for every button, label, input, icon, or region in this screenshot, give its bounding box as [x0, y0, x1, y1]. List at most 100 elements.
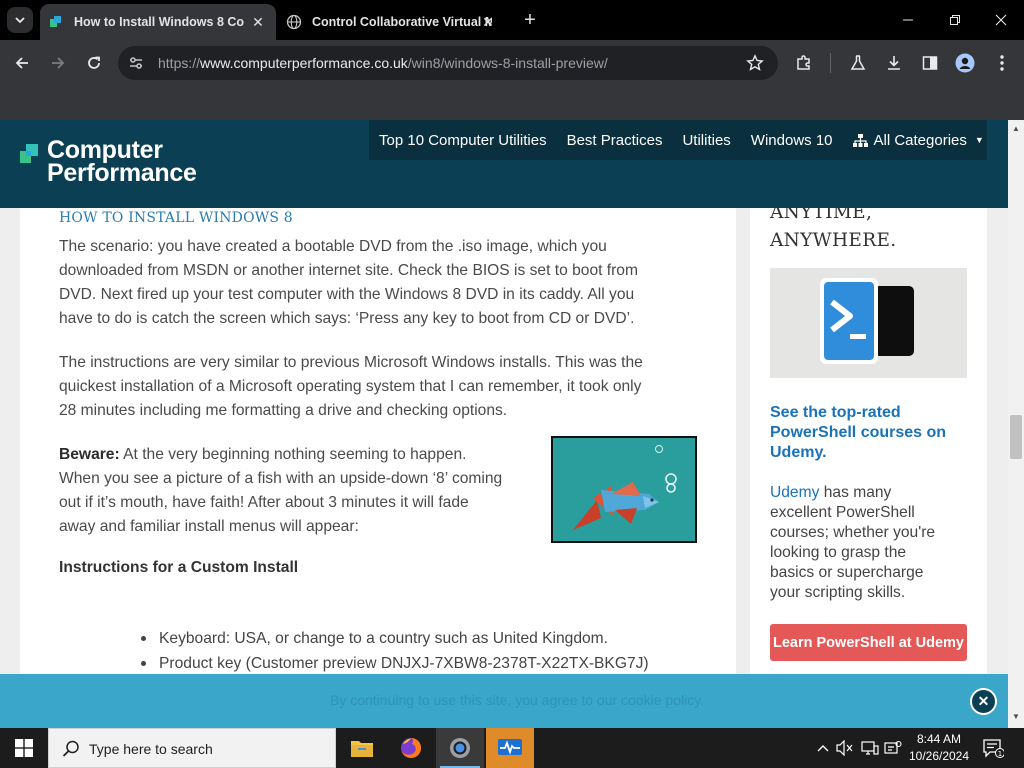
nav-top-10-utilities[interactable]: Top 10 Computer Utilities	[379, 132, 547, 149]
notification-center-button[interactable]: 1	[982, 738, 1005, 758]
nav-all-categories-label: All Categories	[873, 131, 967, 149]
powershell-icon	[770, 268, 967, 378]
nav-utilities[interactable]: Utilities	[682, 132, 730, 149]
tab-search-button[interactable]	[7, 7, 33, 33]
folder-icon	[351, 741, 373, 757]
taskbar-firefox[interactable]	[387, 728, 435, 768]
paragraph-instructions: The instructions are very similar to pre…	[59, 351, 643, 423]
reload-button[interactable]	[80, 49, 108, 77]
start-button[interactable]	[0, 728, 48, 768]
close-icon: ✕	[977, 693, 990, 709]
forward-button[interactable]	[44, 49, 72, 77]
url-text[interactable]: https://www.computerperformance.co.uk/wi…	[158, 55, 608, 71]
taskbar-file-explorer[interactable]	[338, 728, 386, 768]
site-info-icon[interactable]	[128, 55, 144, 71]
restore-button[interactable]	[932, 0, 978, 40]
heartbeat-monitor-icon	[498, 739, 522, 755]
minimize-button[interactable]	[885, 0, 931, 40]
udemy-courses-link[interactable]: See the top-rated PowerShell courses on …	[770, 403, 970, 463]
nav-all-categories[interactable]: All Categories ▼	[852, 131, 984, 149]
top-navigation: Top 10 Computer Utilities Best Practices…	[369, 120, 987, 160]
logo-mark-icon[interactable]	[20, 144, 42, 166]
text-line: Udemy has many	[770, 483, 970, 503]
custom-install-subheading: Instructions for a Custom Install	[59, 559, 299, 576]
browser-toolbar: https://www.computerperformance.co.uk/wi…	[0, 40, 1024, 86]
network-icon	[861, 741, 879, 755]
text-line: have to do is catch the screen which say…	[59, 310, 635, 327]
menu-button[interactable]	[992, 53, 1012, 73]
learn-powershell-button[interactable]: Learn PowerShell at Udemy	[770, 624, 967, 661]
powershell-course-image[interactable]	[770, 268, 967, 378]
text-line: 28 minutes including me formatting a dri…	[59, 402, 508, 419]
fish-boot-image	[551, 436, 697, 543]
address-bar[interactable]: https://www.computerperformance.co.uk/wi…	[118, 46, 778, 80]
article-heading: HOW TO INSTALL WINDOWS 8	[59, 210, 293, 226]
labs-button[interactable]	[848, 53, 868, 73]
forward-arrow-icon	[52, 57, 65, 69]
downloads-button[interactable]	[884, 53, 904, 73]
system-clock[interactable]: 8:44 AM 10/26/2024	[904, 731, 974, 765]
search-placeholder: Type here to search	[89, 741, 213, 757]
toolbar-separator	[830, 53, 831, 73]
avatar-icon	[955, 53, 975, 73]
sidebar: ANYTIME, ANYWHERE. See the top-rated Pow…	[750, 208, 987, 728]
text-line: away and familiar install menus will app…	[59, 518, 359, 535]
scroll-up-arrow-icon[interactable]: ▲	[1012, 124, 1020, 133]
notification-icon: 1	[983, 739, 1005, 758]
text-line: ANYTIME,	[770, 208, 873, 223]
page-viewport: Computer Performance Top 10 Computer Uti…	[0, 120, 1008, 728]
close-tab-icon[interactable]: ✕	[250, 14, 266, 30]
scroll-down-arrow-icon[interactable]: ▼	[1012, 712, 1020, 721]
side-panel-button[interactable]	[920, 53, 940, 73]
nav-windows-10[interactable]: Windows 10	[751, 132, 833, 149]
taskbar-search-box[interactable]: Type here to search	[48, 728, 336, 768]
new-tab-button[interactable]: +	[518, 8, 542, 32]
tab-control-collaborative-vms[interactable]: Control Collaborative Virtual Machines ✕	[278, 4, 506, 40]
chevron-down-icon	[15, 17, 25, 24]
list-item: Product key (Customer preview DNJXJ-7XBW…	[132, 651, 649, 676]
tray-overflow-button[interactable]	[814, 740, 832, 756]
speaker-muted-icon	[836, 740, 853, 756]
side-panel-icon	[922, 56, 938, 70]
text-line: excellent PowerShell	[770, 504, 915, 521]
text-line: looking to grasp the	[770, 544, 907, 561]
text-line: Beware: At the very beginning nothing se…	[59, 443, 502, 467]
nav-best-practices[interactable]: Best Practices	[567, 132, 663, 149]
page-scrollbar[interactable]: ▲ ▼	[1008, 120, 1024, 728]
kebab-menu-icon	[1000, 55, 1004, 71]
fish-illustration	[553, 438, 695, 541]
firefox-icon	[401, 737, 422, 758]
close-tab-icon[interactable]: ✕	[480, 14, 496, 30]
profile-button[interactable]	[955, 53, 975, 73]
text-line: Udemy.	[770, 444, 827, 461]
globe-icon	[286, 14, 302, 30]
taskbar-chrome[interactable]	[436, 728, 484, 768]
paragraph-scenario: The scenario: you have created a bootabl…	[59, 235, 638, 331]
flask-icon	[850, 55, 866, 70]
chevron-up-icon	[817, 745, 829, 752]
back-button[interactable]	[8, 49, 36, 77]
url-domain: www.computerperformance.co.uk	[200, 55, 408, 71]
tab-title: Control Collaborative Virtual Machines	[312, 15, 492, 29]
tray-network[interactable]	[861, 740, 879, 756]
url-scheme: https://	[158, 55, 201, 71]
text-line: courses; whether you're	[770, 524, 936, 541]
site-logo[interactable]: Computer Performance	[47, 138, 197, 187]
udemy-link[interactable]: Udemy	[770, 484, 819, 501]
reload-icon	[88, 56, 100, 69]
cookie-close-button[interactable]: ✕	[970, 688, 997, 715]
tab-how-to-install-windows-8[interactable]: How to Install Windows 8 Consumer Previe…	[40, 4, 276, 40]
extensions-button[interactable]	[794, 53, 814, 73]
scrollbar-thumb[interactable]	[1010, 415, 1022, 459]
cookie-notice-bar: By continuing to use this site, you agre…	[0, 674, 1008, 728]
tray-language[interactable]	[884, 740, 902, 756]
bookmark-star-icon[interactable]	[746, 54, 764, 72]
tray-volume[interactable]	[836, 740, 854, 756]
cookie-notice-text[interactable]: By continuing to use this site, you agre…	[330, 692, 704, 708]
close-window-button[interactable]	[978, 0, 1024, 40]
taskbar-monitor-app[interactable]	[486, 728, 534, 768]
windows-logo-icon	[15, 739, 33, 757]
list-item: Keyboard: USA, or change to a country su…	[132, 626, 649, 651]
logo-line-2: Performance	[47, 159, 197, 187]
keyboard-language-icon	[884, 740, 902, 754]
